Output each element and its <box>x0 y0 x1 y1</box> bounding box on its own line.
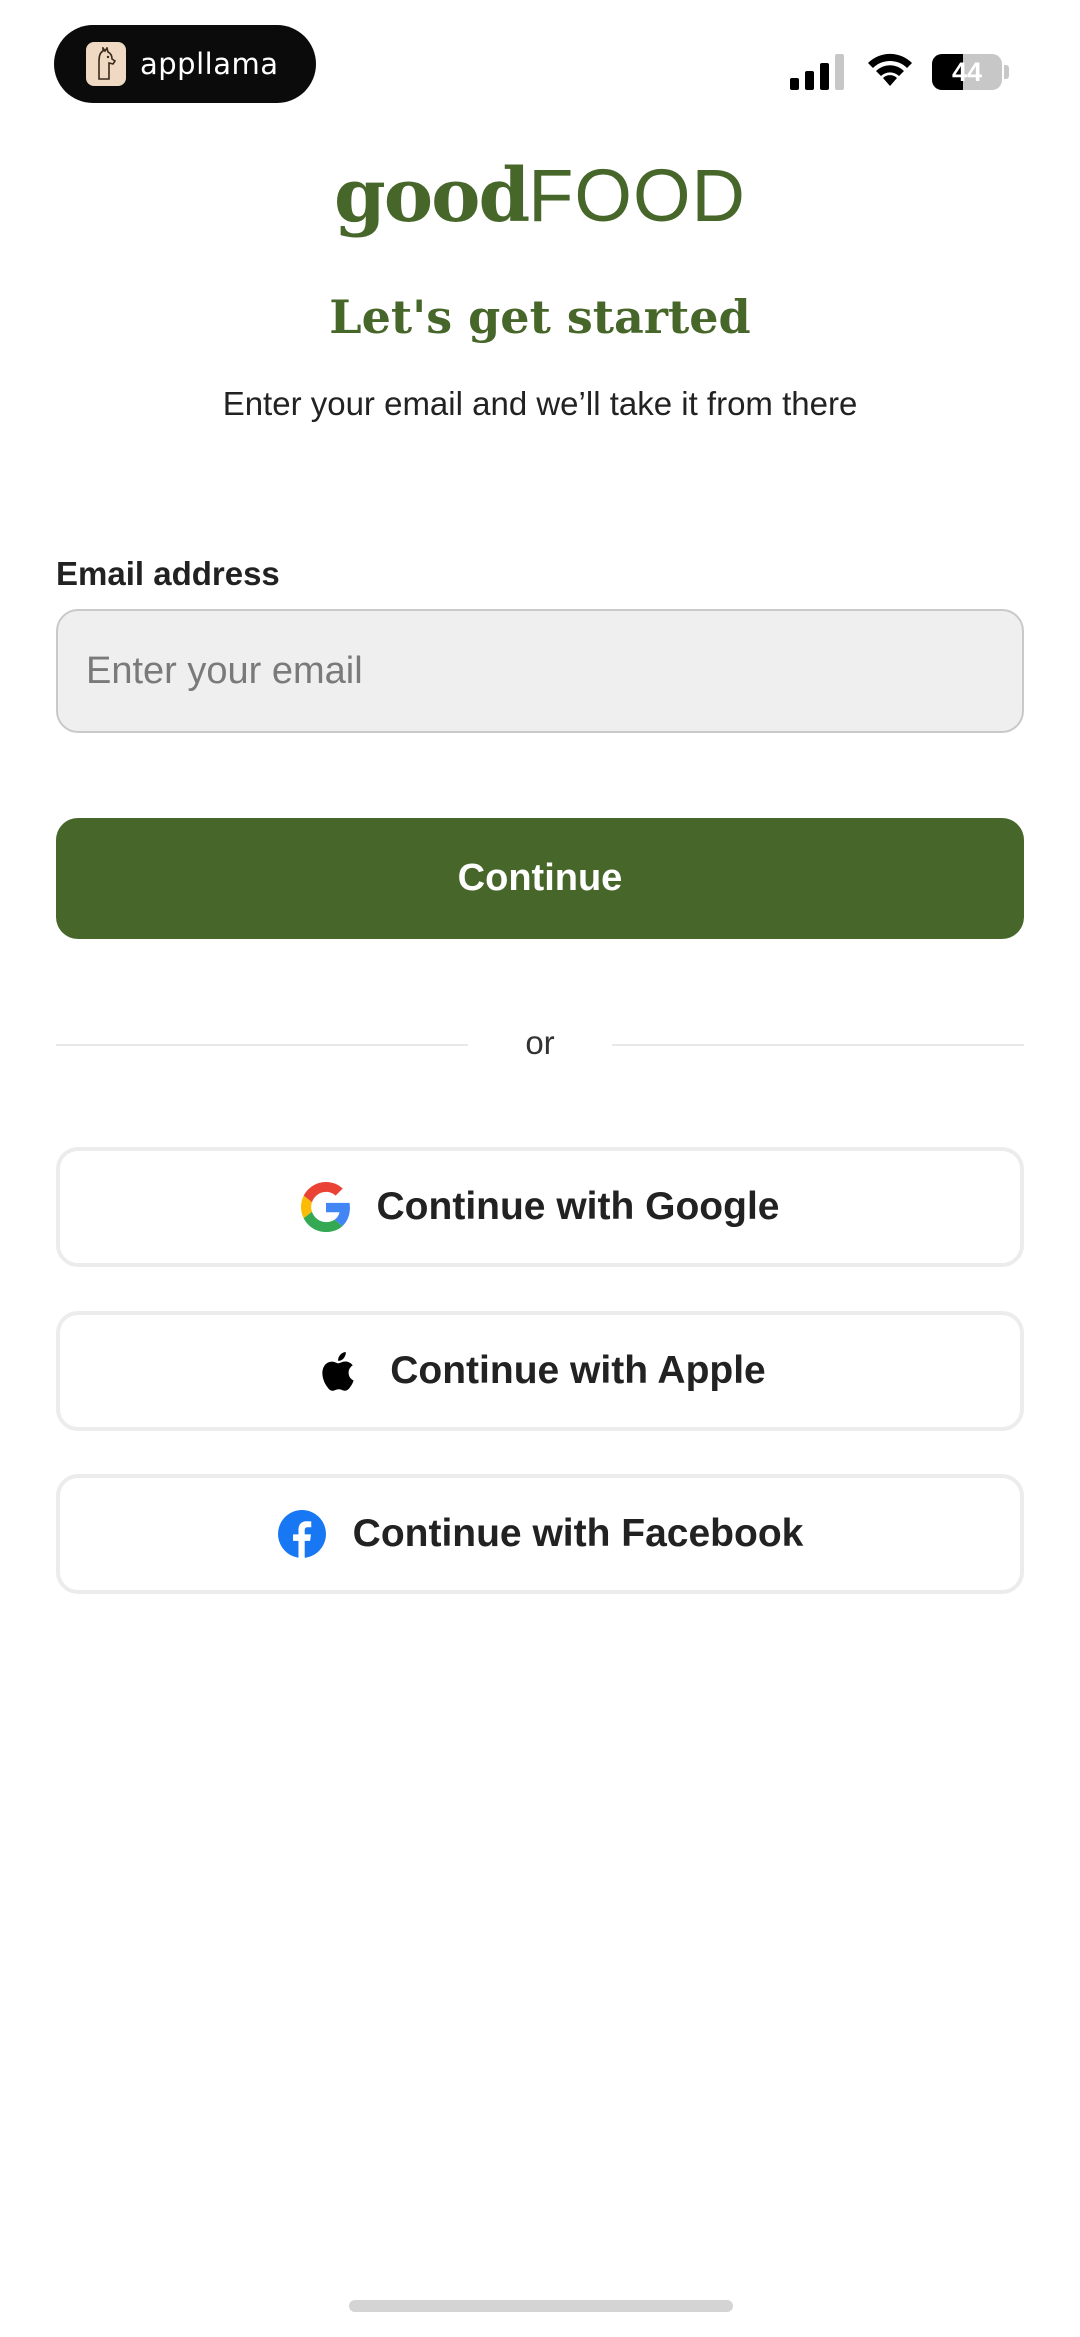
facebook-icon <box>277 1510 326 1558</box>
app-indicator-pill[interactable]: appllama <box>54 25 316 103</box>
brand-logo-good: good <box>334 153 530 239</box>
divider-or-text: or <box>525 1024 555 1061</box>
facebook-button-label: Continue with Facebook <box>352 1512 804 1555</box>
cellular-signal-icon <box>790 54 844 90</box>
continue-with-google-button[interactable]: Continue with Google <box>56 1147 1024 1267</box>
llama-logo-icon <box>86 42 126 86</box>
apple-icon <box>322 1351 354 1391</box>
brand-logo: goodFOOD <box>0 148 1080 244</box>
battery-level: 44 <box>951 56 983 87</box>
continue-with-apple-button[interactable]: Continue with Apple <box>56 1311 1024 1431</box>
google-button-label: Continue with Google <box>376 1185 780 1228</box>
continue-with-facebook-button[interactable]: Continue with Facebook <box>56 1474 1024 1594</box>
battery-tip <box>1004 65 1009 79</box>
app-name: appllama <box>140 47 279 81</box>
page-title: Let's get started <box>329 290 751 344</box>
email-field[interactable] <box>56 609 1024 733</box>
brand-logo-food: FOOD <box>528 154 746 237</box>
apple-button-label: Continue with Apple <box>390 1349 766 1392</box>
page-subtitle: Enter your email and we’ll take it from … <box>222 385 858 422</box>
status-bar: appllama 44 <box>0 0 1080 110</box>
wifi-icon <box>868 53 912 86</box>
divider-line-right <box>612 1044 1024 1046</box>
battery-indicator: 44 <box>932 54 1002 90</box>
home-indicator[interactable] <box>349 2300 733 2312</box>
google-icon <box>300 1182 350 1232</box>
continue-button[interactable]: Continue <box>56 818 1024 939</box>
email-field-label: Email address <box>56 555 280 592</box>
